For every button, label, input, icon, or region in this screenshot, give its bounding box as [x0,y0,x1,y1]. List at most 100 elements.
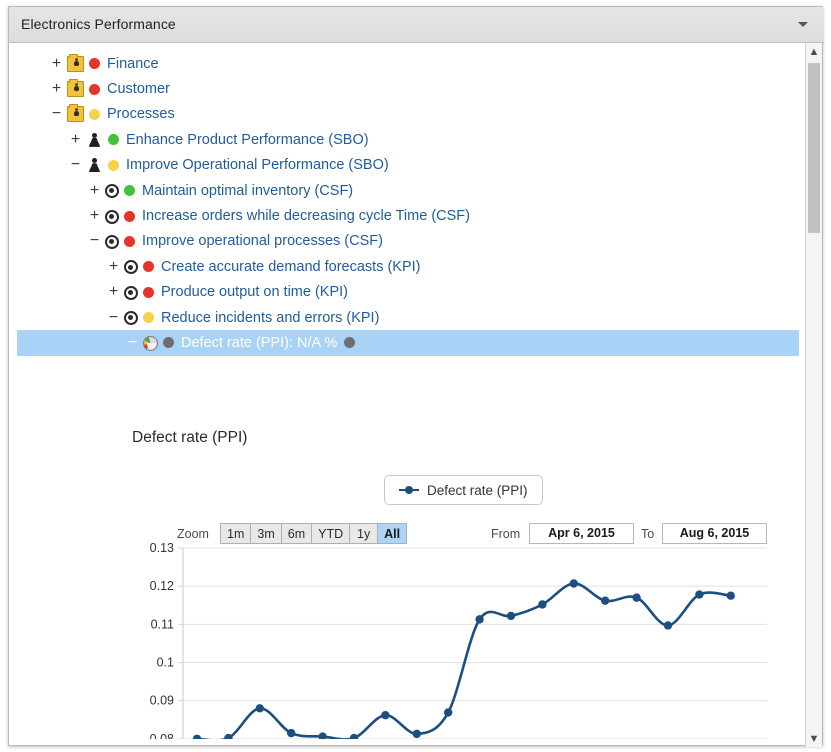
expand-toggle-icon[interactable]: + [68,131,83,148]
chevron-up-icon[interactable]: ▲ [806,43,822,60]
tree-row[interactable]: − Improve operational processes (CSF) [17,229,799,254]
zoom-range-button-6m[interactable]: 6m [281,524,313,543]
data-point[interactable] [318,732,327,739]
tree-item-label: Improve Operational Performance (SBO) [126,157,389,174]
tree-row[interactable]: − Reduce incidents and errors (KPI) [17,305,799,330]
collapse-toggle-icon[interactable]: − [106,309,121,326]
page-title: Electronics Performance [21,16,176,32]
folder-person-icon [67,104,84,123]
target-icon [105,184,119,199]
expand-toggle-icon[interactable]: + [87,208,102,224]
data-point[interactable] [255,704,264,713]
tree-item-label: Enhance Product Performance (SBO) [126,131,369,148]
chart-legend-item[interactable]: Defect rate (PPI) [384,475,543,505]
status-badge [124,185,135,197]
data-point[interactable] [349,733,359,739]
trailing-status-badge [344,337,356,349]
line-marker-icon [399,485,419,495]
tree-item-label: Create accurate demand forecasts (KPI) [161,258,421,275]
data-point[interactable] [663,621,673,630]
status-badge [143,312,154,324]
pawn-icon [86,132,103,148]
target-icon [124,311,138,326]
from-label: From [491,527,521,541]
status-badge [124,235,135,247]
expand-toggle-icon[interactable]: + [106,284,121,300]
expand-toggle-icon[interactable]: + [106,258,121,275]
status-badge [163,337,174,349]
to-label: To [641,527,655,541]
y-axis-tick-label: 0.09 [150,694,174,708]
tree-item-label: Increase orders while decreasing cycle T… [142,208,470,225]
status-badge [108,134,119,146]
tree-item-label: Customer [107,81,170,98]
zoom-range-button-1m[interactable]: 1m [221,524,252,543]
data-point[interactable] [569,579,578,588]
tree-item-label: Defect rate (PPI): N/A % [181,334,338,351]
zoom-button-group: 1m 3m 6m YTD 1y All [220,523,408,544]
screenshot-root: Electronics Performance + Finance + Custome… [0,0,831,752]
chevron-down-icon[interactable]: ▼ [806,730,822,747]
tree-row[interactable]: + Enhance Product Performance (SBO) [17,127,799,152]
tree-item-label: Maintain optimal inventory (CSF) [142,182,354,199]
line-chart-svg: 0.070.080.090.10.110.120.13 [150,542,767,739]
data-point[interactable] [632,593,641,602]
data-point[interactable] [600,596,610,605]
collapse-toggle-icon[interactable]: − [87,233,102,249]
tree-item-label: Reduce incidents and errors (KPI) [161,309,380,326]
tree-row[interactable]: + Finance [17,51,799,76]
app-window: Electronics Performance + Finance + Custome… [8,6,824,747]
status-badge [89,108,100,120]
content-pane: + Finance + Customer − Processes + Enhance Prod… [17,51,799,739]
y-axis-tick-label: 0.13 [150,542,174,555]
status-badge [143,286,154,298]
tree-item-label: Processes [107,106,175,123]
target-icon [105,209,119,224]
window-titlebar: Electronics Performance [9,7,824,43]
tree-row[interactable]: + Increase orders while decreasing cycle … [17,203,799,228]
tree-row[interactable]: + Create accurate demand forecasts (KPI) [17,254,799,279]
data-point[interactable] [475,615,484,624]
target-icon [124,260,138,275]
chart-plot-area[interactable]: 0.070.080.090.10.110.120.13 [17,542,799,739]
tree-row[interactable]: + Produce output on time (KPI) [17,280,799,305]
scrollbar-thumb[interactable] [808,63,820,233]
zoom-range-button-1y[interactable]: 1y [350,524,379,543]
expand-toggle-icon[interactable]: + [49,81,64,97]
tree-row[interactable]: − Processes [17,102,799,127]
vertical-scrollbar[interactable]: ▲ ▼ [805,43,822,747]
collapse-toggle-icon[interactable]: − [125,334,140,351]
data-point[interactable] [381,710,390,720]
data-point[interactable] [506,611,516,621]
data-point[interactable] [695,590,704,599]
target-icon [105,234,119,249]
chart-title: Defect rate (PPI) [132,429,248,446]
expand-toggle-icon[interactable]: + [87,182,102,199]
tree-row[interactable]: − Improve Operational Performance (SBO) [17,153,799,178]
data-point[interactable] [286,728,296,738]
zoom-range-button-all[interactable]: All [378,524,407,543]
to-date-input[interactable]: Aug 6, 2015 [662,523,767,544]
collapse-toggle-icon[interactable]: − [49,106,64,122]
zoom-range-button-ytd[interactable]: YTD [312,524,351,543]
data-point[interactable] [192,734,202,739]
data-point[interactable] [538,600,547,609]
from-date-input[interactable]: Apr 6, 2015 [529,523,634,544]
tree-row[interactable]: + Customer [17,76,799,101]
status-badge [143,261,154,273]
data-point[interactable] [412,729,421,739]
expand-toggle-icon[interactable]: + [49,55,64,72]
chart-legend-label: Defect rate (PPI) [427,482,528,498]
target-icon [124,285,138,300]
data-point[interactable] [726,591,735,600]
tree-item-label: Finance [107,55,159,72]
tree-row[interactable]: − Defect rate (PPI): N/A % [17,330,799,356]
zoom-range-button-3m[interactable]: 3m [251,524,282,543]
zoom-label: Zoom [177,527,209,541]
chevron-down-icon[interactable] [798,22,808,27]
y-axis-tick-label: 0.11 [151,617,174,631]
folder-person-icon [67,53,84,72]
data-point[interactable] [443,708,453,717]
tree-row[interactable]: + Maintain optimal inventory (CSF) [17,178,799,203]
collapse-toggle-icon[interactable]: − [68,157,83,173]
